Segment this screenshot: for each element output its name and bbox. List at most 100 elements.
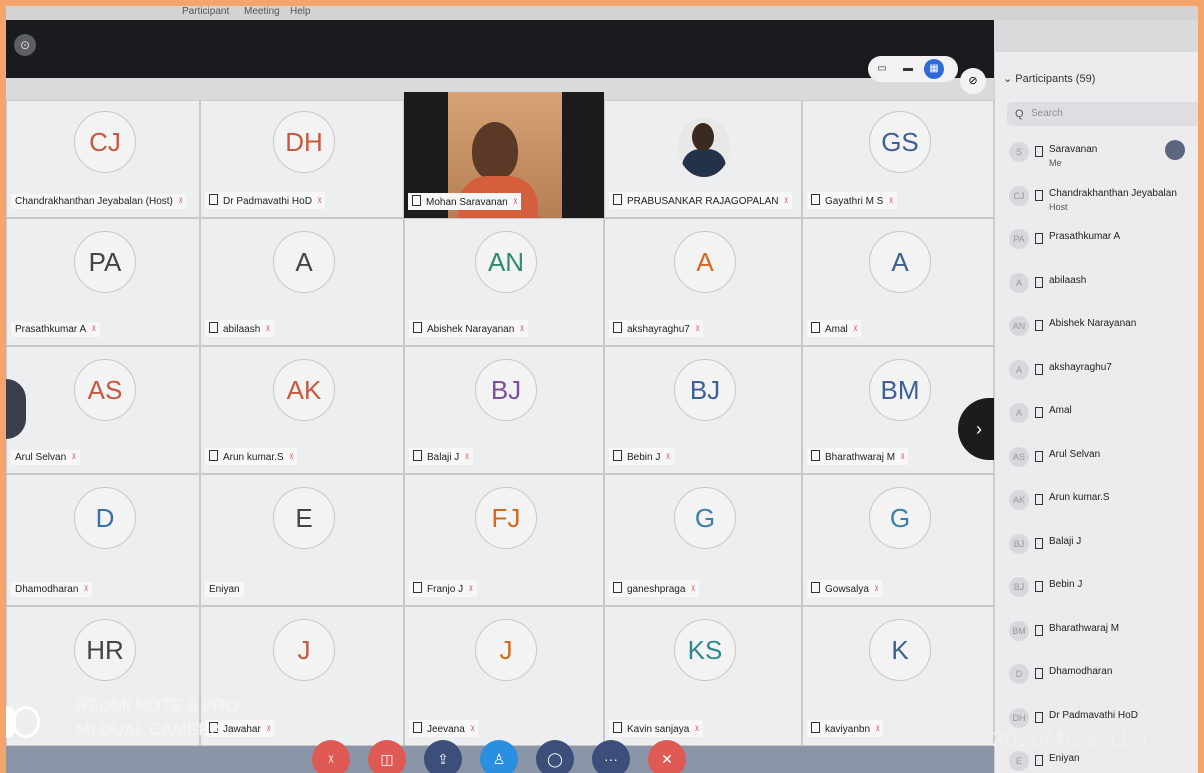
participant-list-item[interactable]: BJ Bebin J	[1009, 573, 1198, 603]
participant-name-text: PRABUSANKAR RAJAGOPALAN	[627, 196, 779, 207]
menu-meeting[interactable]: Meeting	[244, 6, 280, 17]
more-icon[interactable]: ···	[592, 740, 630, 773]
participant-name: Dhamodharan ᵡ	[11, 582, 92, 597]
participant-list-item[interactable]: PA Prasathkumar A	[1009, 225, 1198, 255]
participant-list-name: Arun kumar.S	[1049, 492, 1110, 503]
participant-list-item[interactable]: CJ Chandrakhanthan Jeyabalan Host	[1009, 182, 1198, 212]
participant-avatar: J	[273, 619, 335, 681]
participant-tile[interactable]: D Dhamodharan ᵡ	[6, 474, 200, 606]
participant-list-name: Saravanan	[1049, 144, 1098, 155]
menu-strip: Participant Meeting Help	[6, 6, 1198, 20]
participant-list-avatar: DH	[1009, 707, 1029, 728]
video-off-icon[interactable]: ◫	[368, 740, 406, 773]
participant-name-text: Abishek Narayanan	[427, 324, 515, 335]
menu-help[interactable]: Help	[290, 6, 311, 17]
participant-avatar: A	[869, 231, 931, 293]
participant-tile[interactable]: AN Abishek Narayanan ᵡ	[404, 218, 604, 346]
participant-name-text: Prasathkumar A	[15, 324, 87, 335]
participant-name-text: Arul Selvan	[15, 452, 67, 463]
device-icon	[613, 582, 622, 593]
speaker-view-icon[interactable]: ▭	[872, 59, 892, 79]
mic-muted-icon: ᵡ	[470, 724, 475, 735]
participant-avatar: E	[273, 487, 335, 549]
participant-tile[interactable]: Gganeshpraga ᵡ	[604, 474, 802, 606]
participant-tile[interactable]: CJ Chandrakhanthan Jeyabalan (Host) ᵡ	[6, 100, 200, 218]
device-icon	[1035, 450, 1043, 462]
watermark-line1: REDMI NOTE 6 PRO	[76, 696, 239, 715]
participant-name-text: Jawahar	[223, 724, 261, 735]
participant-name: Amal ᵡ	[807, 320, 862, 337]
participant-list-item[interactable]: S Saravanan Me	[1009, 138, 1198, 168]
gallery-view-icon[interactable]: ▬	[898, 59, 918, 79]
participant-tile[interactable]: AS Arul Selvan ᵡ	[6, 346, 200, 474]
participant-avatar: PA	[74, 231, 136, 293]
participants-search[interactable]: Q Search	[1007, 102, 1198, 126]
participant-name-text: Amal	[825, 324, 848, 335]
participant-list-item[interactable]: AN Abishek Narayanan	[1009, 312, 1198, 342]
participant-tile[interactable]: J Jeevana ᵡ	[404, 606, 604, 746]
participant-tile[interactable]: DH Dr Padmavathi HoD ᵡ	[200, 100, 404, 218]
participant-name-text: Chandrakhanthan Jeyabalan (Host)	[15, 196, 173, 207]
grid-view-icon[interactable]: ▦	[924, 59, 944, 79]
participant-name-text: kaviyanbn	[825, 724, 871, 735]
participant-list-item[interactable]: A Amal	[1009, 399, 1198, 429]
participant-list-item[interactable]: BJ Balaji J	[1009, 530, 1198, 560]
participant-name: Abishek Narayanan ᵡ	[409, 320, 528, 337]
participant-list-item[interactable]: AS Arul Selvan	[1009, 443, 1198, 473]
menu-participant[interactable]: Participant	[182, 6, 229, 17]
participant-list-name: Amal	[1049, 405, 1072, 416]
mic-muted-icon: ᵡ	[72, 452, 76, 463]
participant-tile[interactable]: GS Gayathri M S ᵡ	[802, 100, 994, 218]
participant-tile[interactable]: Kkaviyanbn ᵡ	[802, 606, 994, 746]
participants-icon[interactable]: ♙	[480, 740, 518, 773]
participant-avatar: FJ	[475, 487, 537, 549]
participant-list-avatar: AS	[1009, 446, 1029, 467]
participant-avatar: GS	[869, 111, 931, 173]
device-icon	[1035, 624, 1043, 636]
device-icon	[811, 450, 820, 461]
participant-list-item[interactable]: Aabilaash	[1009, 269, 1198, 299]
chat-icon[interactable]: ◯	[536, 740, 574, 773]
participant-tile[interactable]: PRABUSANKAR RAJAGOPALAN ᵡ	[604, 100, 802, 218]
participant-name-text: Gayathri M S	[825, 196, 884, 207]
video-tile[interactable]: Mohan Saravanan ᵡ	[404, 92, 604, 226]
participant-name: Eniyan	[205, 582, 244, 597]
participants-title[interactable]: ⌄ Participants (59)	[1003, 72, 1095, 85]
profile-photo	[678, 117, 730, 177]
participant-list-item[interactable]: D Dhamodharan	[1009, 660, 1198, 690]
search-icon: Q	[1015, 108, 1024, 120]
participant-tile[interactable]: KS Kavin sanjaya ᵡ	[604, 606, 802, 746]
participant-tile[interactable]: Aakshayraghu7 ᵡ	[604, 218, 802, 346]
participant-tile[interactable]: E Eniyan	[200, 474, 404, 606]
my-status-icon[interactable]	[1165, 140, 1185, 160]
participant-list-item[interactable]: Aakshayraghu7	[1009, 356, 1198, 386]
participant-list-avatar: E	[1009, 751, 1029, 771]
participant-tile[interactable]: FJ Franjo J ᵡ	[404, 474, 604, 606]
leave-icon[interactable]: ✕	[648, 740, 686, 773]
mic-muted-icon: ᵡ	[92, 324, 96, 335]
mic-muted-icon: ᵡ	[465, 452, 469, 463]
participant-tile[interactable]: Aabilaash ᵡ	[200, 218, 404, 346]
participant-tile[interactable]: BJ Balaji J ᵡ	[404, 346, 604, 474]
participant-avatar: K	[869, 619, 931, 681]
participant-name-text: Jeevana	[427, 724, 465, 735]
participant-list-item[interactable]: AK Arun kumar.S	[1009, 486, 1198, 516]
mic-muted-icon[interactable]: ᵡ	[312, 740, 350, 773]
participant-list-name: Bebin J	[1049, 579, 1083, 590]
device-icon	[1035, 711, 1043, 723]
participant-tile[interactable]: A Amal ᵡ	[802, 218, 994, 346]
mic-muted-icon: ᵡ	[901, 452, 905, 463]
device-icon	[613, 194, 622, 205]
participant-tile[interactable]: AK Arun kumar.S ᵡ	[200, 346, 404, 474]
mic-muted-icon: ᵡ	[853, 324, 858, 335]
info-icon[interactable]: ⊙	[14, 34, 36, 56]
participant-tile[interactable]: G Gowsalya ᵡ	[802, 474, 994, 606]
participant-tile[interactable]: BJ Bebin J ᵡ	[604, 346, 802, 474]
participant-list-item[interactable]: BM Bharathwaraj M	[1009, 617, 1198, 647]
share-icon[interactable]: ⇪	[424, 740, 462, 773]
participant-tile[interactable]: PA Prasathkumar A ᵡ	[6, 218, 200, 346]
participant-avatar: HR	[74, 619, 136, 681]
participant-name: Mohan Saravanan ᵡ	[408, 193, 522, 210]
device-icon	[1035, 146, 1043, 157]
participant-tile[interactable]: J Jawahar ᵡ	[200, 606, 404, 746]
